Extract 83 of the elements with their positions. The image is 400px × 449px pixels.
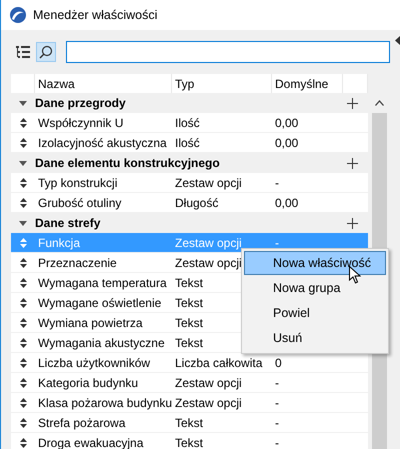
property-row[interactable]: Współczynnik U Ilość 0,00 xyxy=(11,113,368,133)
sort-handle-icon[interactable] xyxy=(20,298,26,308)
sort-handle-icon[interactable] xyxy=(20,278,26,288)
sort-handle-icon[interactable] xyxy=(20,358,26,368)
default-cell-text: - xyxy=(274,236,280,250)
type-cell-text: Długość xyxy=(174,196,220,210)
type-cell-text: Tekst xyxy=(174,436,204,449)
type-cell-text: Zestaw opcji xyxy=(174,256,243,270)
search-toggle-button[interactable] xyxy=(36,42,56,62)
property-row[interactable]: Klasa pożarowa budynku Zestaw opcji - xyxy=(11,393,368,413)
sort-handle-icon[interactable] xyxy=(20,238,26,248)
name-cell-text: Współczynnik U xyxy=(37,116,124,130)
default-cell-text: - xyxy=(274,396,280,410)
sort-handle-icon[interactable] xyxy=(20,318,26,328)
sort-handle-icon[interactable] xyxy=(20,438,26,448)
name-cell-text: Liczba użytkowników xyxy=(37,356,152,370)
default-cell-text: - xyxy=(274,436,280,449)
type-cell-text: Tekst xyxy=(174,416,204,430)
window-title: Menedżer właściwości xyxy=(33,8,158,22)
sort-handle-icon[interactable] xyxy=(20,118,26,128)
name-cell-text: Wymiana powietrza xyxy=(37,316,144,330)
sort-handle-icon[interactable] xyxy=(20,378,26,388)
group-name: Dane elementu konstrukcyjnego xyxy=(35,156,221,170)
name-cell-text: Funkcja xyxy=(37,236,82,250)
group-name: Dane przegrody xyxy=(35,96,127,110)
default-cell-text: 0,00 xyxy=(274,136,300,150)
name-cell-text: Kategoria budynku xyxy=(37,376,140,390)
type-cell-text: Zestaw opcji xyxy=(174,376,243,390)
type-cell-text: Tekst xyxy=(174,296,204,310)
property-row[interactable]: Liczba użytkowników Liczba całkowita 0 xyxy=(11,353,368,373)
name-cell-text: Klasa pożarowa budynku xyxy=(37,396,172,410)
sort-handle-icon[interactable] xyxy=(20,138,26,148)
add-icon[interactable] xyxy=(347,98,358,108)
collapse-arrow-icon[interactable] xyxy=(395,36,400,45)
menu-item[interactable]: Nowa właściwość xyxy=(244,251,386,275)
sort-handle-icon[interactable] xyxy=(20,178,26,188)
type-cell-text: Ilość xyxy=(174,136,201,150)
property-row[interactable]: Kategoria budynku Zestaw opcji - xyxy=(11,373,368,393)
type-cell-text: Ilość xyxy=(174,116,201,130)
property-row[interactable]: Grubość otuliny Długość 0,00 xyxy=(11,193,368,213)
name-cell-text: Grubość otuliny xyxy=(37,196,122,210)
scroll-up-icon[interactable] xyxy=(375,100,384,106)
search-icon xyxy=(39,45,53,59)
default-cell-text: - xyxy=(274,176,280,190)
default-cell-text: 0,00 xyxy=(274,196,300,210)
sort-handle-icon[interactable] xyxy=(20,198,26,208)
name-cell-text: Izolacyjność akustyczna xyxy=(37,136,168,150)
default-cell-text: 0,00 xyxy=(274,116,300,130)
type-cell-text: Tekst xyxy=(174,276,204,290)
name-cell-text: Strefa pożarowa xyxy=(37,416,126,430)
name-cell-text: Droga ewakuacyjna xyxy=(37,436,144,449)
name-cell-text: Przeznaczenie xyxy=(37,256,118,270)
expand-arrow-icon[interactable] xyxy=(19,100,27,106)
sort-handle-icon[interactable] xyxy=(20,258,26,268)
add-icon[interactable] xyxy=(347,218,358,228)
add-icon[interactable] xyxy=(347,158,358,168)
sort-handle-icon[interactable] xyxy=(20,418,26,428)
sort-handle-icon[interactable] xyxy=(20,398,26,408)
type-cell-text: Zestaw opcji xyxy=(174,176,243,190)
list-view-icon xyxy=(16,46,30,58)
expand-arrow-icon[interactable] xyxy=(19,220,27,226)
group-name: Dane strefy xyxy=(35,216,102,230)
default-cell-text: - xyxy=(274,416,280,430)
default-cell-text: - xyxy=(274,376,280,390)
name-cell-text: Wymagane oświetlenie xyxy=(37,296,162,310)
property-row[interactable]: Strefa pożarowa Tekst - xyxy=(11,413,368,433)
property-row[interactable]: Droga ewakuacyjna Tekst - xyxy=(11,433,368,449)
type-cell-text: Zestaw opcji xyxy=(174,236,243,250)
app-logo-icon xyxy=(10,7,26,23)
type-cell-text: Zestaw opcji xyxy=(174,396,243,410)
expand-arrow-icon[interactable] xyxy=(19,160,27,166)
sort-handle-icon[interactable] xyxy=(20,338,26,348)
type-cell-text: Tekst xyxy=(174,316,204,330)
default-cell-text: 0 xyxy=(274,356,283,370)
property-row[interactable]: Izolacyjność akustyczna Ilość 0,00 xyxy=(11,133,368,153)
type-cell-text: Liczba całkowita xyxy=(174,356,264,370)
name-cell-text: Wymagania akustyczne xyxy=(37,336,166,350)
search-field[interactable] xyxy=(66,41,390,63)
property-row[interactable]: Typ konstrukcji Zestaw opcji - xyxy=(11,173,368,193)
cursor-icon xyxy=(349,266,361,284)
name-cell-text: Wymagana temperatura xyxy=(37,276,168,290)
type-cell-text: Tekst xyxy=(174,336,204,350)
name-cell-text: Typ konstrukcji xyxy=(37,176,118,190)
